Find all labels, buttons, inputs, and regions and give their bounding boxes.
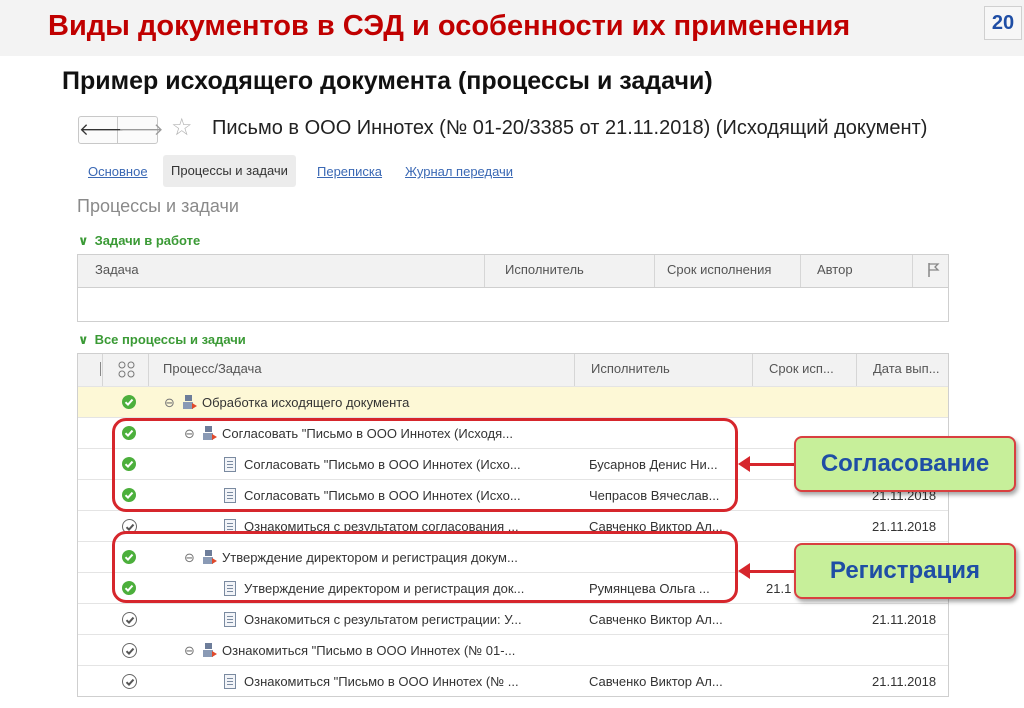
column-header-process-task[interactable]: Процесс/Задача <box>148 354 574 386</box>
row-executor: Савченко Виктор Ал... <box>589 674 723 689</box>
row-completed-date <box>872 635 946 666</box>
tab-main[interactable]: Основное <box>88 164 148 179</box>
row-executor: Савченко Виктор Ал... <box>589 612 723 627</box>
task-document-icon <box>224 674 236 689</box>
navigation-buttons: 🡐 🡒 <box>78 116 164 144</box>
tab-processes-and-tasks[interactable]: Процессы и задачи <box>163 155 296 187</box>
row-executor <box>589 635 749 666</box>
table-row[interactable]: ⊖ Ознакомиться "Письмо в ООО Иннотех (№ 0… <box>78 634 948 666</box>
row-process-task: Ознакомиться "Письмо в ООО Иннотех (№ ..… <box>244 674 519 689</box>
approval-highlight-box <box>112 418 738 512</box>
page-number: 20 <box>984 6 1022 40</box>
row-process-task: Обработка исходящего документа <box>202 395 410 410</box>
processes-table-header: Процесс/Задача Исполнитель Срок исп... Д… <box>78 354 948 386</box>
check-circle-icon <box>122 643 137 658</box>
task-document-icon <box>224 612 236 627</box>
back-arrow-icon[interactable]: 🡐 <box>79 117 125 143</box>
slide-subtitle: Пример исходящего документа (процессы и … <box>62 67 713 95</box>
row-completed-date: 21.11.2018 <box>872 674 937 689</box>
column-header-executor[interactable]: Исполнитель <box>574 354 752 386</box>
row-completed-date <box>872 387 946 418</box>
row-process-task: Ознакомиться с результатом регистрации: … <box>244 612 522 627</box>
registration-arrow-line <box>748 570 794 573</box>
table-row[interactable]: Ознакомиться "Письмо в ООО Иннотех (№ ..… <box>78 665 948 696</box>
tasks-in-work-table: Задача Исполнитель Срок исполнения Автор <box>77 254 949 322</box>
table-row[interactable]: Ознакомиться с результатом регистрации: … <box>78 603 948 635</box>
slide-title: Виды документов в СЭД и особенности их п… <box>48 10 851 42</box>
row-due-date <box>766 387 852 418</box>
row-due-date <box>766 511 852 542</box>
column-header-order[interactable] <box>78 354 102 386</box>
approval-arrow-line <box>748 463 794 466</box>
group-all-processes-label: Все процессы и задачи <box>94 332 246 347</box>
row-completed-date: 21.11.2018 <box>872 519 937 534</box>
registration-highlight-box <box>112 531 738 603</box>
row-process-task: Ознакомиться "Письмо в ООО Иннотех (№ 01… <box>222 643 516 658</box>
chevron-down-icon: ∨ <box>78 233 89 248</box>
forward-arrow-icon[interactable]: 🡒 <box>118 117 164 143</box>
column-header-due[interactable]: Срок исп... <box>752 354 856 386</box>
document-title: Письмо в ООО Иннотех (№ 01-20/3385 от 21… <box>212 117 928 139</box>
row-due-date <box>766 635 852 666</box>
tab-transfer-log[interactable]: Журнал передачи <box>405 164 513 179</box>
chevron-down-icon: ∨ <box>78 332 89 347</box>
row-executor <box>589 387 749 418</box>
approval-callout: Согласование <box>794 436 1016 492</box>
completed-check-icon <box>122 395 136 409</box>
column-header-task[interactable]: Задача <box>78 255 484 287</box>
tab-correspondence[interactable]: Переписка <box>317 164 382 179</box>
process-icon <box>182 394 198 411</box>
favorite-star-icon[interactable]: ☆ <box>171 114 193 142</box>
group-all-processes[interactable]: ∨ Все процессы и задачи <box>78 332 246 348</box>
process-icon <box>202 642 218 659</box>
check-circle-icon <box>122 674 137 689</box>
table-row[interactable]: ⊖ Обработка исходящего документа <box>78 386 948 418</box>
row-due-date <box>766 604 852 635</box>
all-processes-table: Процесс/Задача Исполнитель Срок исп... Д… <box>77 353 949 697</box>
tasks-table-header: Задача Исполнитель Срок исполнения Автор <box>78 255 948 288</box>
group-tasks-in-work[interactable]: ∨ Задачи в работе <box>78 233 200 249</box>
column-header-completed[interactable]: Дата вып... <box>856 354 948 386</box>
section-title: Процессы и задачи <box>77 196 239 216</box>
check-circle-icon <box>122 612 137 627</box>
table-end-line <box>78 696 948 697</box>
registration-callout: Регистрация <box>794 543 1016 599</box>
collapse-toggle-icon[interactable]: ⊖ <box>184 635 195 666</box>
collapse-toggle-icon[interactable]: ⊖ <box>164 387 175 418</box>
group-tasks-in-work-label: Задачи в работе <box>94 233 201 248</box>
row-completed-date: 21.11.2018 <box>872 612 937 627</box>
row-due-date <box>766 666 852 696</box>
column-header-executor[interactable]: Исполнитель <box>484 255 654 287</box>
status-columns-icon[interactable] <box>102 354 148 386</box>
column-header-deadline[interactable]: Срок исполнения <box>654 255 800 287</box>
flag-icon[interactable] <box>912 255 948 287</box>
column-header-author[interactable]: Автор <box>800 255 912 287</box>
